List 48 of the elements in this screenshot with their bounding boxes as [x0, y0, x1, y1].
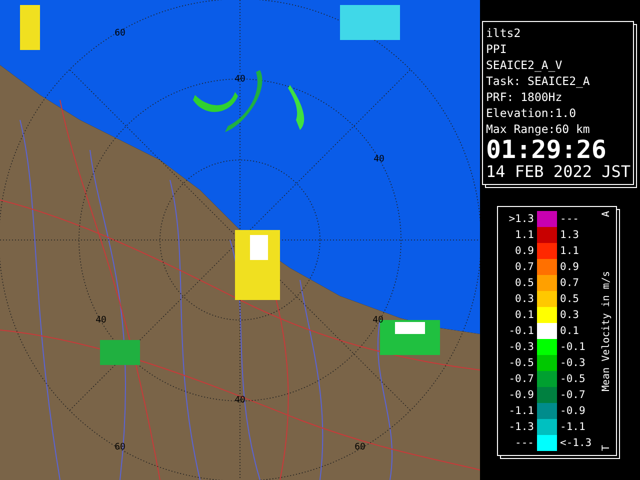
legend-top-mark: A	[600, 211, 612, 218]
legend-high-value: ---	[559, 213, 580, 225]
legend-high-value: -0.7	[559, 389, 586, 401]
legend-low-value: -0.5	[508, 357, 535, 369]
legend-high-value: -0.5	[559, 373, 586, 385]
range-label: 60	[114, 28, 126, 38]
legend-high-value: 0.3	[559, 309, 580, 321]
range-label: 40	[374, 154, 384, 164]
legend-low-value: 0.1	[514, 309, 535, 321]
legend-high-value: 1.3	[559, 229, 580, 241]
range-label: 40	[96, 315, 106, 326]
legend-high-value: 0.5	[559, 293, 580, 305]
legend-low-value: 0.5	[514, 277, 535, 289]
info-line: Elevation:1.0	[486, 105, 578, 121]
legend-bottom-mark: T	[600, 444, 612, 451]
legend-title: Mean Velocity in m/s	[600, 270, 612, 392]
info-line: PPI	[486, 41, 508, 57]
range-label: 40	[372, 315, 384, 326]
legend-low-value: ---	[514, 437, 535, 449]
legend-low-value: 0.7	[514, 261, 535, 273]
legend-low-value: -1.1	[508, 405, 535, 417]
legend-high-value: -0.3	[559, 357, 586, 369]
legend-high-value: 1.1	[559, 245, 580, 257]
info-line: PRF: 1800Hz	[486, 89, 564, 105]
legend-high-value: -1.1	[559, 421, 586, 433]
legend-low-value: -0.1	[508, 325, 535, 337]
legend-high-value: -0.1	[559, 341, 586, 353]
legend-low-value: >1.3	[508, 213, 535, 225]
legend-high-value: -0.9	[559, 405, 586, 417]
legend-low-value: -0.3	[508, 341, 535, 353]
legend-low-value: 0.3	[514, 293, 535, 305]
legend-low-value: -0.7	[508, 373, 535, 385]
legend-low-value: -1.3	[508, 421, 535, 433]
legend-low-value: 1.1	[514, 229, 535, 241]
info-line: Task: SEAICE2_A	[486, 73, 591, 89]
legend-low-value: 0.9	[514, 245, 535, 257]
info-line: Max Range:60 km	[486, 121, 591, 137]
legend-high-value: 0.7	[559, 277, 580, 289]
legend-high-value: <-1.3	[559, 437, 593, 449]
legend-high-value: 0.1	[559, 325, 580, 337]
range-label: 60	[354, 442, 366, 452]
info-line: SEAICE2_A_V	[486, 57, 564, 73]
legend-high-value: 0.9	[559, 261, 580, 273]
range-label: 40	[234, 74, 246, 84]
time-text: 01:29:26	[486, 137, 608, 163]
info-line: ilts2	[486, 25, 522, 41]
legend-low-value: -0.9	[508, 389, 535, 401]
date-text: 14 FEB 2022 JST	[486, 163, 632, 181]
